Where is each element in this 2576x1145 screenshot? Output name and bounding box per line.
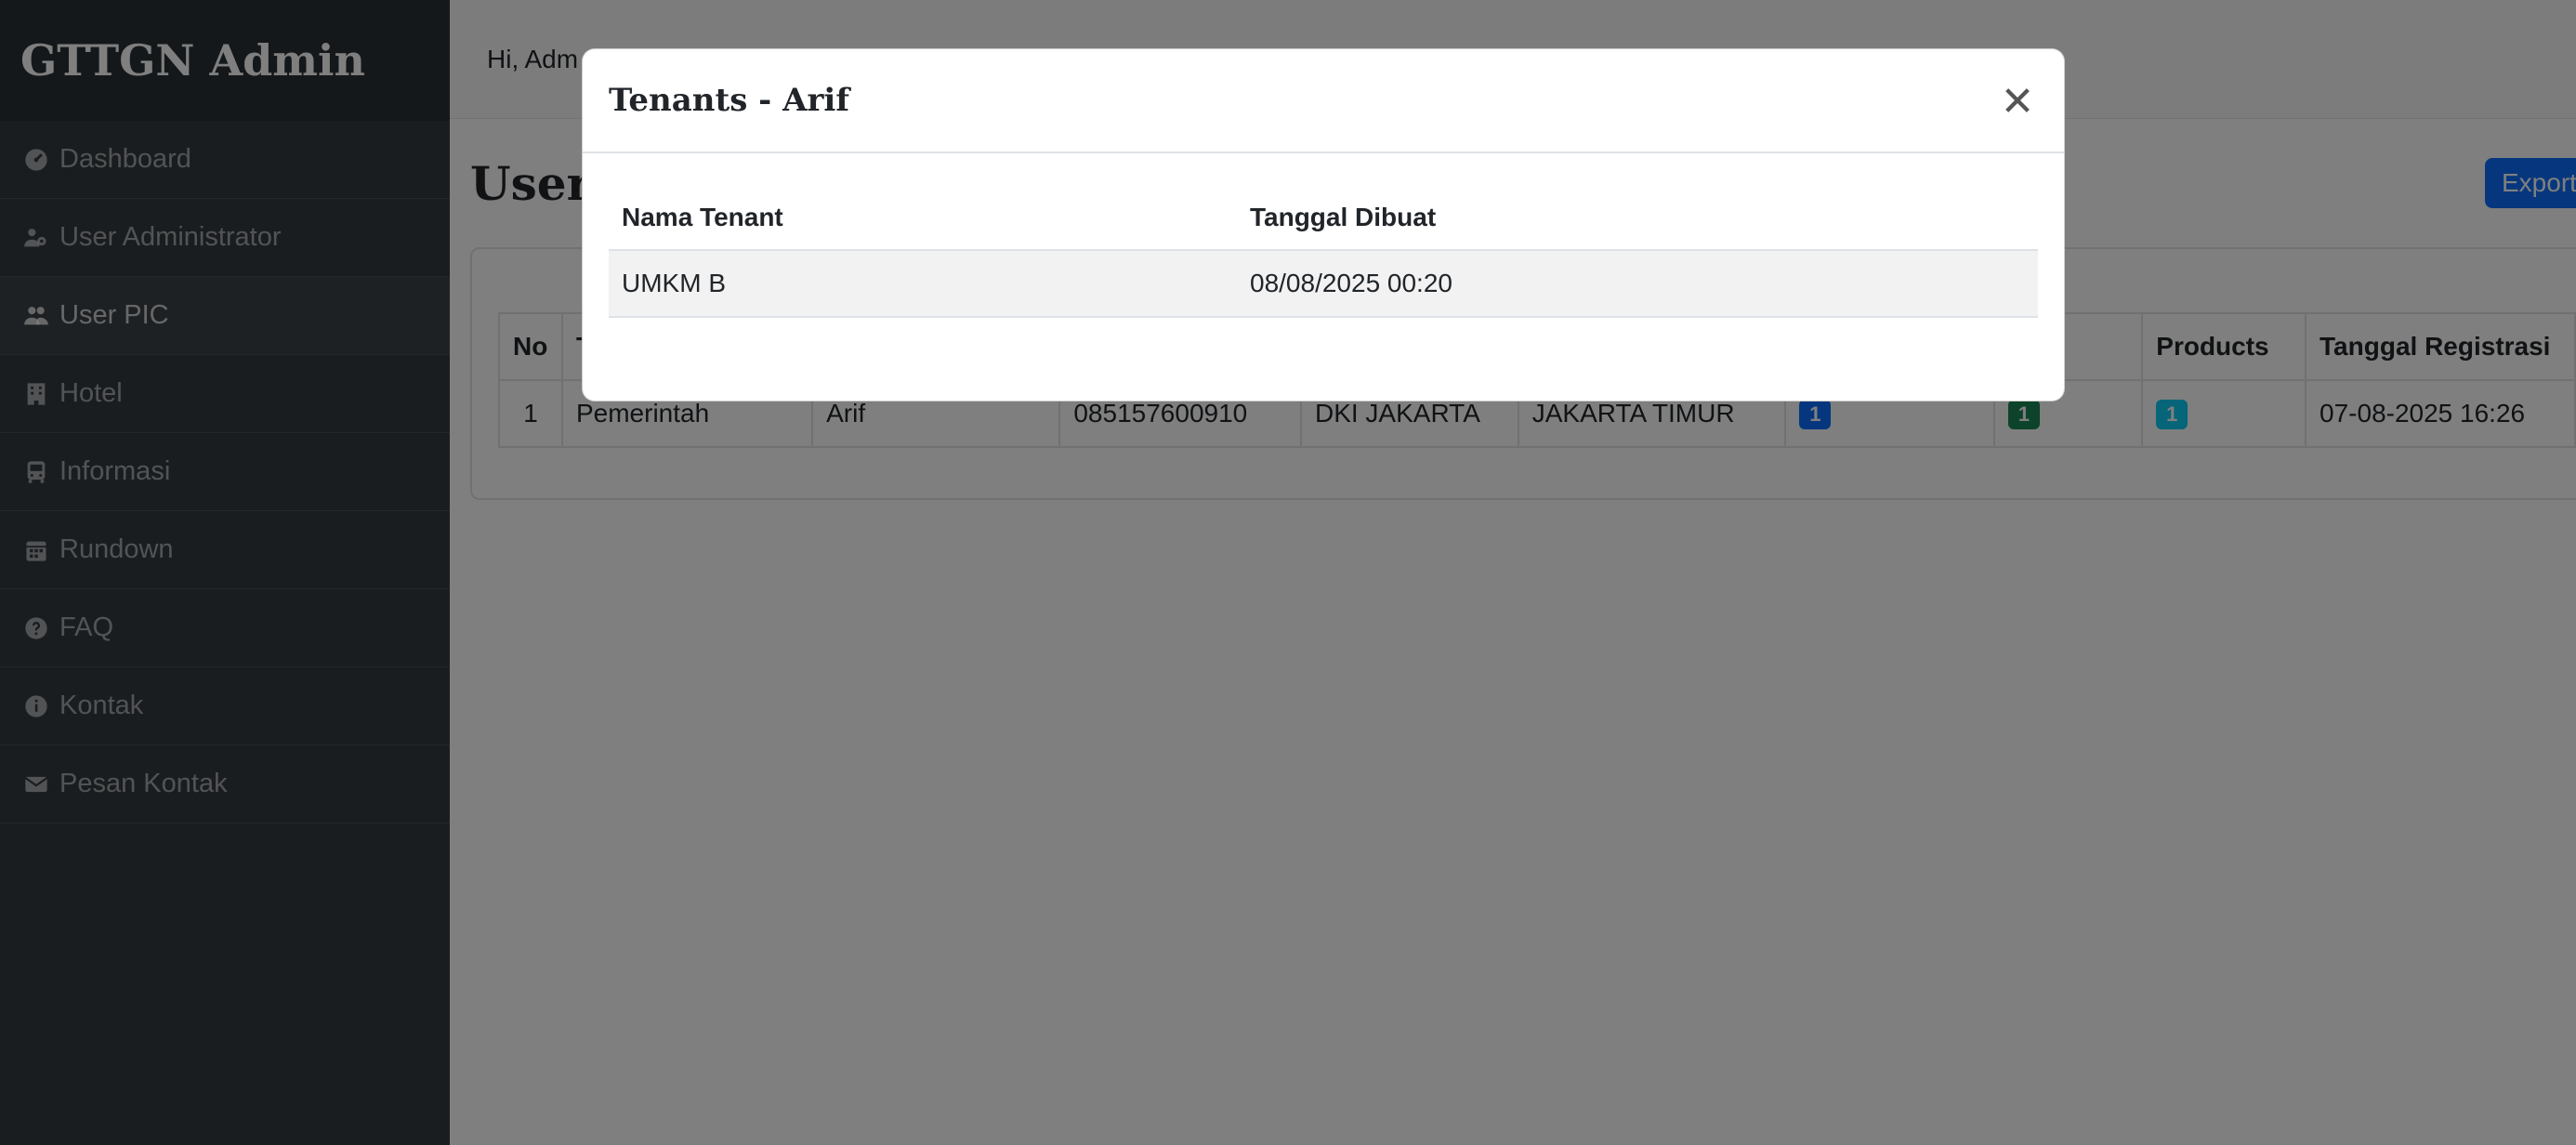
column-header-nama-tenant: Nama Tenant: [609, 185, 1237, 251]
close-icon: [2005, 88, 2030, 112]
table-row: UMKM B 08/08/2025 00:20: [609, 250, 2038, 318]
column-header-tanggal-dibuat: Tanggal Dibuat: [1237, 185, 2038, 251]
modal-title: Tenants - Arif: [609, 82, 849, 119]
close-button[interactable]: [1997, 80, 2038, 121]
modal-body: Nama Tenant Tanggal Dibuat UMKM B 08/08/…: [583, 153, 2064, 318]
modal-header: Tenants - Arif: [583, 49, 2064, 153]
cell-tenant-created: 08/08/2025 00:20: [1237, 250, 2038, 318]
tenant-table-header-row: Nama Tenant Tanggal Dibuat: [609, 185, 2038, 251]
tenant-table: Nama Tenant Tanggal Dibuat UMKM B 08/08/…: [609, 185, 2038, 318]
cell-tenant-name: UMKM B: [609, 250, 1237, 318]
tenants-modal: Tenants - Arif Nama Tenant Tanggal Dibua…: [582, 48, 2065, 401]
